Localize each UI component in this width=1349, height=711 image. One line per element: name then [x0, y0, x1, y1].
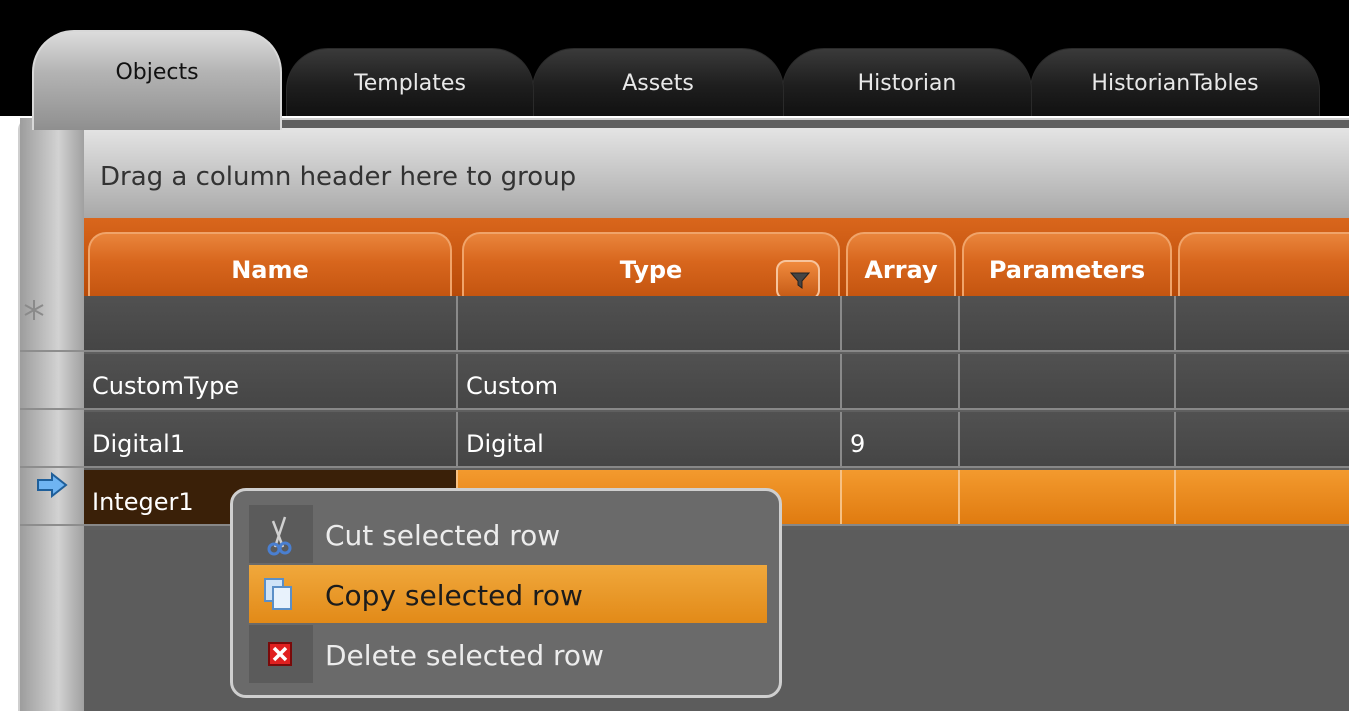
context-menu: Cut selected row Copy selected row Delet… — [230, 488, 782, 698]
menu-icon-gutter — [249, 625, 313, 683]
tab-strip: HistorianTables Historian Assets Templat… — [0, 12, 1349, 130]
tab-label: Assets — [622, 71, 694, 96]
cell-extra[interactable] — [1176, 296, 1349, 350]
tab-templates[interactable]: Templates — [286, 48, 534, 116]
tab-objects[interactable]: Objects — [32, 30, 282, 130]
column-header-label: Array — [864, 256, 938, 284]
tab-label: Templates — [354, 71, 466, 96]
cell-type[interactable]: Custom — [458, 354, 842, 408]
new-row-star-icon — [20, 296, 50, 326]
menu-icon-gutter — [249, 565, 313, 623]
current-row-arrow-icon — [36, 471, 68, 502]
column-header-extra[interactable] — [1178, 232, 1349, 296]
menu-item-copy[interactable]: Copy selected row — [249, 565, 767, 623]
column-header-label: Parameters — [988, 256, 1146, 284]
column-header-name[interactable]: Name — [88, 232, 452, 296]
column-header-label — [1180, 234, 1349, 256]
menu-item-label: Copy selected row — [325, 579, 583, 612]
tab-assets[interactable]: Assets — [532, 48, 784, 116]
cell-extra[interactable] — [1176, 354, 1349, 408]
table-row[interactable]: Digital1 Digital 9 — [84, 412, 1349, 468]
cell-array[interactable]: 9 — [842, 412, 960, 466]
cell-parameters[interactable] — [960, 470, 1176, 524]
menu-icon-gutter — [249, 505, 313, 563]
cell-array[interactable] — [842, 470, 960, 524]
table-row[interactable]: CustomType Custom — [84, 354, 1349, 410]
row-header[interactable] — [20, 354, 84, 410]
menu-item-delete[interactable]: Delete selected row — [249, 625, 767, 683]
tab-label: HistorianTables — [1091, 71, 1259, 96]
filter-button[interactable] — [776, 260, 820, 300]
cell-name[interactable]: CustomType — [84, 354, 458, 408]
cell-parameters[interactable] — [960, 296, 1176, 350]
tab-historian[interactable]: Historian — [782, 48, 1032, 116]
cell-extra[interactable] — [1176, 470, 1349, 524]
column-header-type[interactable]: Type — [462, 232, 840, 300]
tab-historian-tables[interactable]: HistorianTables — [1030, 48, 1320, 116]
app-window: HistorianTables Historian Assets Templat… — [0, 0, 1349, 711]
cell-parameters[interactable] — [960, 412, 1176, 466]
tab-label: Historian — [857, 71, 957, 96]
group-panel-hint: Drag a column header here to group — [100, 162, 577, 192]
cell-name[interactable]: Digital1 — [84, 412, 458, 466]
cell-extra[interactable] — [1176, 412, 1349, 466]
cell-type[interactable] — [458, 296, 842, 350]
scissors-icon — [267, 516, 292, 556]
top-bar — [0, 0, 1349, 12]
filter-icon — [790, 272, 810, 289]
cell-parameters[interactable] — [960, 354, 1176, 408]
cell-array[interactable] — [842, 354, 960, 408]
cell-name[interactable] — [84, 296, 458, 350]
column-header-row: Name Type Array Parameters — [84, 218, 1349, 300]
menu-item-cut[interactable]: Cut selected row — [249, 505, 767, 563]
group-by-panel[interactable]: Drag a column header here to group — [84, 128, 1349, 218]
new-row[interactable] — [84, 296, 1349, 352]
cell-type[interactable]: Digital — [458, 412, 842, 466]
tab-label: Objects — [115, 60, 199, 85]
delete-icon — [268, 642, 292, 666]
menu-item-label: Cut selected row — [325, 519, 561, 552]
copy-icon — [264, 578, 292, 610]
menu-item-label: Delete selected row — [325, 639, 604, 672]
column-header-label: Name — [231, 256, 309, 284]
column-header-parameters[interactable]: Parameters — [962, 232, 1172, 296]
row-header[interactable] — [20, 412, 84, 468]
column-header-array[interactable]: Array — [846, 232, 956, 296]
cell-array[interactable] — [842, 296, 960, 350]
